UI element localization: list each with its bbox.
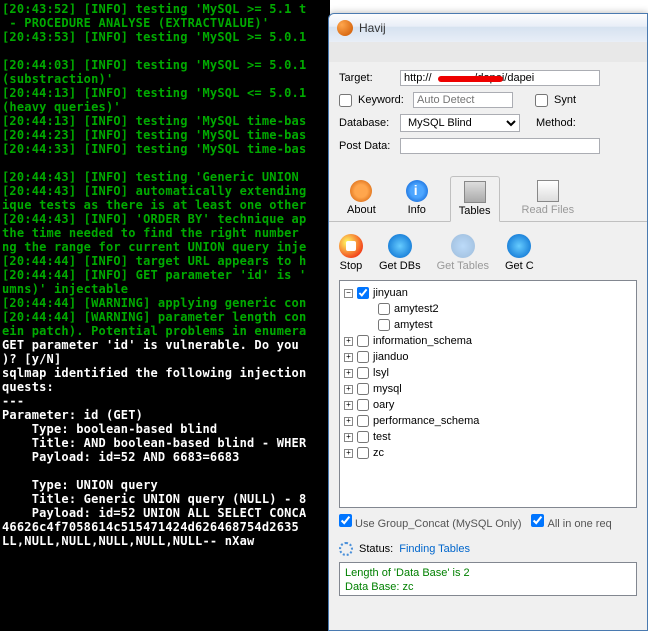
postdata-input[interactable] bbox=[400, 138, 600, 154]
allinone-option[interactable]: All in one req bbox=[531, 514, 611, 530]
tree-label: amytest2 bbox=[394, 303, 439, 315]
tree-checkbox[interactable] bbox=[357, 351, 369, 363]
tab-tables[interactable]: Tables bbox=[450, 176, 500, 222]
gettables-button[interactable]: Get Tables bbox=[437, 234, 489, 272]
tree-node[interactable]: amytest2 bbox=[344, 301, 632, 317]
tree-checkbox[interactable] bbox=[357, 399, 369, 411]
tree-label: lsyl bbox=[373, 367, 389, 379]
output-line: Data Base: zc bbox=[345, 580, 631, 594]
tree-label: oary bbox=[373, 399, 394, 411]
target-label: Target: bbox=[339, 72, 394, 84]
havij-window: Havij Target: Keyword: Synt Database: My… bbox=[328, 13, 648, 631]
tree-label: jianduo bbox=[373, 351, 408, 363]
tree-checkbox[interactable] bbox=[357, 431, 369, 443]
tree-node[interactable]: + lsyl bbox=[344, 365, 632, 381]
tab-about[interactable]: About bbox=[339, 176, 384, 221]
groupconcat-option[interactable]: Use Group_Concat (MySQL Only) bbox=[339, 514, 521, 530]
database-tree[interactable]: − jinyuan amytest2 amytest + information_sche… bbox=[339, 280, 637, 508]
tree-toggle-icon[interactable]: + bbox=[344, 337, 353, 346]
tree-toggle-icon[interactable]: − bbox=[344, 289, 353, 298]
status-label: Status: bbox=[359, 543, 393, 555]
titlebar[interactable]: Havij bbox=[329, 14, 647, 42]
syntax-label: Synt bbox=[554, 94, 576, 106]
tree-node[interactable]: amytest bbox=[344, 317, 632, 333]
config-form: Target: Keyword: Synt Database: MySQL Bl… bbox=[329, 62, 647, 168]
tree-label: mysql bbox=[373, 383, 402, 395]
tree-node[interactable]: + test bbox=[344, 429, 632, 445]
havij-icon bbox=[337, 20, 353, 36]
status-value: Finding Tables bbox=[399, 543, 470, 555]
spinner-icon bbox=[339, 542, 353, 556]
tab-readfiles[interactable]: Read Files bbox=[514, 176, 583, 221]
output-line: Length of 'Data Base' is 2 bbox=[345, 566, 631, 580]
action-bar: Stop Get DBs Get Tables Get C bbox=[329, 222, 647, 280]
tree-label: jinyuan bbox=[373, 287, 408, 299]
files-icon bbox=[537, 180, 559, 202]
tree-toggle-icon[interactable]: + bbox=[344, 353, 353, 362]
info-icon bbox=[406, 180, 428, 202]
keyword-label: Keyword: bbox=[358, 94, 407, 106]
getcolumns-icon bbox=[507, 234, 531, 258]
sqlmap-terminal: [20:43:52] [INFO] testing 'MySQL >= 5.1 … bbox=[0, 0, 330, 631]
tree-node[interactable]: − jinyuan bbox=[344, 285, 632, 301]
window-title: Havij bbox=[359, 21, 386, 35]
database-select[interactable]: MySQL Blind bbox=[400, 114, 520, 132]
about-icon bbox=[350, 180, 372, 202]
tree-label: performance_schema bbox=[373, 415, 479, 427]
tree-node[interactable]: + oary bbox=[344, 397, 632, 413]
groupconcat-checkbox[interactable] bbox=[339, 514, 352, 527]
stop-button[interactable]: Stop bbox=[339, 234, 363, 272]
tree-checkbox[interactable] bbox=[378, 303, 390, 315]
tree-toggle-icon[interactable]: + bbox=[344, 401, 353, 410]
tab-info[interactable]: Info bbox=[398, 176, 436, 221]
dbs-icon bbox=[388, 234, 412, 258]
tree-checkbox[interactable] bbox=[357, 367, 369, 379]
tree-checkbox[interactable] bbox=[357, 447, 369, 459]
redacted-url bbox=[438, 76, 503, 82]
tree-toggle-icon[interactable]: + bbox=[344, 449, 353, 458]
stop-icon bbox=[339, 234, 363, 258]
tree-label: zc bbox=[373, 447, 384, 459]
keyword-input[interactable] bbox=[413, 92, 513, 108]
tree-label: information_schema bbox=[373, 335, 472, 347]
tree-checkbox[interactable] bbox=[357, 383, 369, 395]
tree-node[interactable]: + mysql bbox=[344, 381, 632, 397]
nav-tabs: About Info Tables Read Files bbox=[329, 168, 647, 222]
getcolumns-button[interactable]: Get C bbox=[505, 234, 534, 272]
method-label: Method: bbox=[536, 117, 576, 129]
tree-checkbox[interactable] bbox=[378, 319, 390, 331]
tree-node[interactable]: + information_schema bbox=[344, 333, 632, 349]
tree-checkbox[interactable] bbox=[357, 287, 369, 299]
keyword-checkbox[interactable] bbox=[339, 94, 352, 107]
tree-checkbox[interactable] bbox=[357, 335, 369, 347]
database-label: Database: bbox=[339, 117, 394, 129]
tree-node[interactable]: + zc bbox=[344, 445, 632, 461]
getdbs-button[interactable]: Get DBs bbox=[379, 234, 421, 272]
tree-node[interactable]: + performance_schema bbox=[344, 413, 632, 429]
tree-toggle-icon[interactable]: + bbox=[344, 433, 353, 442]
postdata-label: Post Data: bbox=[339, 140, 394, 152]
gettables-icon bbox=[451, 234, 475, 258]
tree-node[interactable]: + jianduo bbox=[344, 349, 632, 365]
tables-icon bbox=[464, 181, 486, 203]
status-bar: Status: Finding Tables bbox=[329, 536, 647, 562]
tree-toggle-icon[interactable]: + bbox=[344, 385, 353, 394]
allinone-checkbox[interactable] bbox=[531, 514, 544, 527]
output-log: Length of 'Data Base' is 2 Data Base: zc bbox=[339, 562, 637, 596]
tree-toggle-icon[interactable]: + bbox=[344, 417, 353, 426]
tree-toggle-icon[interactable]: + bbox=[344, 369, 353, 378]
syntax-checkbox[interactable] bbox=[535, 94, 548, 107]
tree-label: amytest bbox=[394, 319, 433, 331]
tree-label: test bbox=[373, 431, 391, 443]
tree-checkbox[interactable] bbox=[357, 415, 369, 427]
